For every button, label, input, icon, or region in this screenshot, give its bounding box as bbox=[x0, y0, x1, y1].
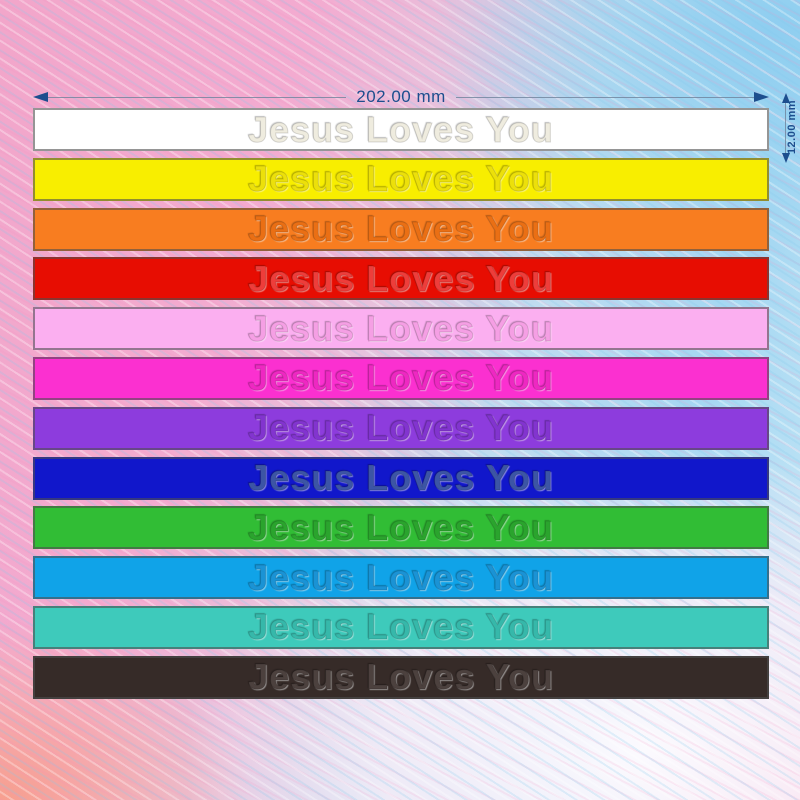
band-label: Jesus Loves You bbox=[248, 307, 554, 349]
dimension-arrow-right-icon bbox=[754, 92, 770, 102]
wristband-purple: Jesus Loves You bbox=[33, 406, 769, 450]
dimension-arrow-left-icon bbox=[33, 92, 48, 102]
bands-list: Jesus Loves You Jesus Loves You Jesus Lo… bbox=[33, 108, 769, 699]
width-dimension-label: 202.00 mm bbox=[356, 87, 446, 106]
wristband-orange: Jesus Loves You bbox=[33, 207, 769, 251]
dimension-line-right bbox=[455, 96, 755, 98]
wristband-blue: Jesus Loves You bbox=[33, 456, 769, 500]
wristband-sky-blue: Jesus Loves You bbox=[33, 556, 769, 600]
band-label: Jesus Loves You bbox=[248, 257, 554, 299]
wristband-magenta: Jesus Loves You bbox=[33, 356, 769, 400]
band-label: Jesus Loves You bbox=[248, 208, 554, 250]
width-dimension: 202.00 mm bbox=[33, 87, 770, 106]
wristband-red: Jesus Loves You bbox=[33, 257, 769, 301]
height-dimension-label: 12.00 mm bbox=[786, 99, 798, 155]
band-label: Jesus Loves You bbox=[248, 407, 554, 449]
band-label: Jesus Loves You bbox=[248, 506, 554, 548]
wristband-pink: Jesus Loves You bbox=[33, 307, 769, 351]
wristband-teal: Jesus Loves You bbox=[33, 605, 769, 649]
wristband-white: Jesus Loves You bbox=[33, 108, 769, 151]
dimension-line-left bbox=[48, 96, 347, 98]
wristband-product-image: 202.00 mm 12.00 mm Jesus Loves You Jesus… bbox=[0, 0, 800, 800]
band-label: Jesus Loves You bbox=[248, 656, 554, 698]
band-label: Jesus Loves You bbox=[248, 158, 554, 200]
band-label: Jesus Loves You bbox=[248, 108, 554, 150]
band-label: Jesus Loves You bbox=[248, 357, 554, 399]
wristband-black: Jesus Loves You bbox=[33, 655, 769, 699]
band-label: Jesus Loves You bbox=[248, 606, 554, 648]
band-label: Jesus Loves You bbox=[248, 457, 554, 499]
band-label: Jesus Loves You bbox=[248, 556, 554, 598]
wristband-yellow: Jesus Loves You bbox=[33, 157, 769, 201]
wristband-green: Jesus Loves You bbox=[33, 506, 769, 550]
